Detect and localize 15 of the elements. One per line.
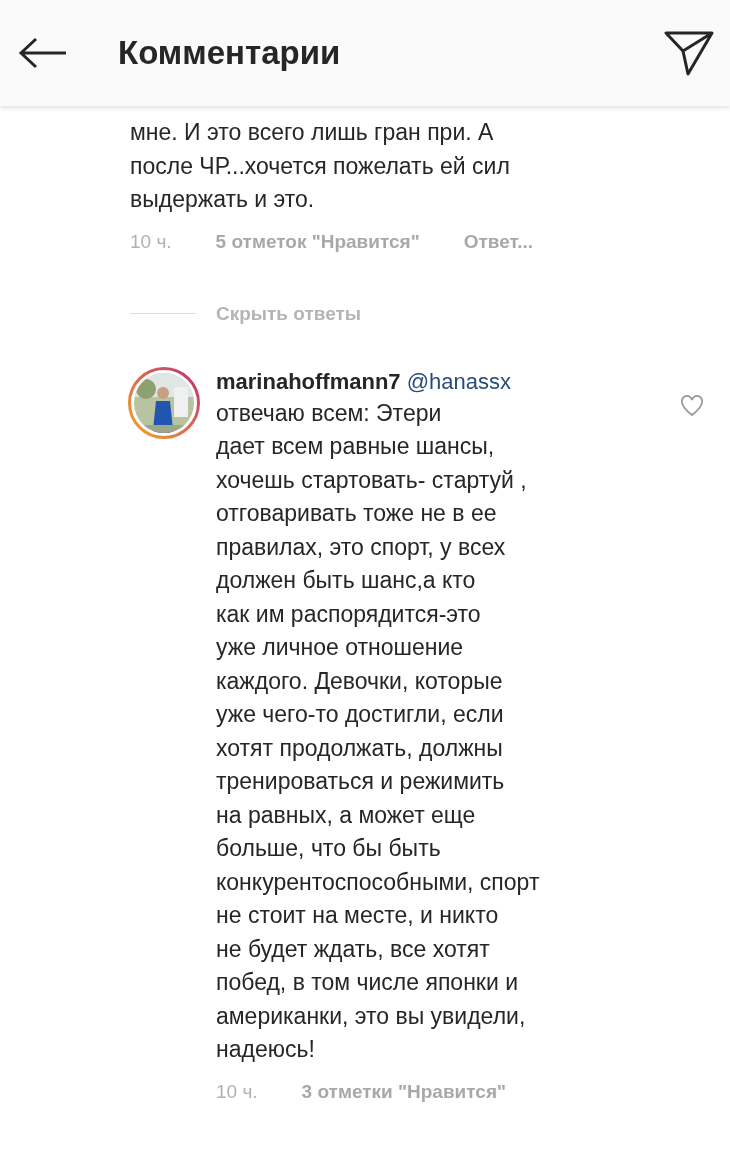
likes-count[interactable]: 5 отметок "Нравится": [215, 230, 420, 253]
page-title: Комментарии: [118, 34, 342, 72]
back-icon: [18, 37, 68, 69]
send-icon: [664, 30, 714, 76]
comment-author-line: marinahoffmann7 @hanassx: [216, 367, 512, 396]
comment-text: мне. И это всего лишь гран при. А после ЧР...хочется пожелать ей сил выдержать и это.: [130, 118, 511, 214]
back-button[interactable]: [18, 37, 68, 69]
send-button[interactable]: [664, 30, 714, 76]
comment-time: 10 ч.: [130, 230, 172, 253]
comment-text: отвечаю всем: Этери дает всем равные шансы, хочешь стартовать- стартуй , отговаривать тоже не в ее правилах, это спорт, у всех должен быть шанс,а кто как им распорядится-это уже личное отношение каждого. Девочки, которые уже чего-то достигли, если хотят продолжать, должны тренироваться и режимить на равных, а может еще больше, что бы быть конкурентоспособными, спорт не стоит на месте, и никто не будет ждать, все хотят побед, в том числе японки и американки, это вы увидели, надеюсь!: [216, 398, 541, 1064]
comment-time: 10 ч.: [216, 1080, 258, 1103]
like-button[interactable]: [680, 394, 704, 417]
reply-link[interactable]: Ответ...: [463, 230, 533, 253]
hide-replies-button[interactable]: Скрыть ответы: [216, 302, 362, 325]
likes-count[interactable]: 3 отметки "Нравится": [301, 1080, 506, 1103]
